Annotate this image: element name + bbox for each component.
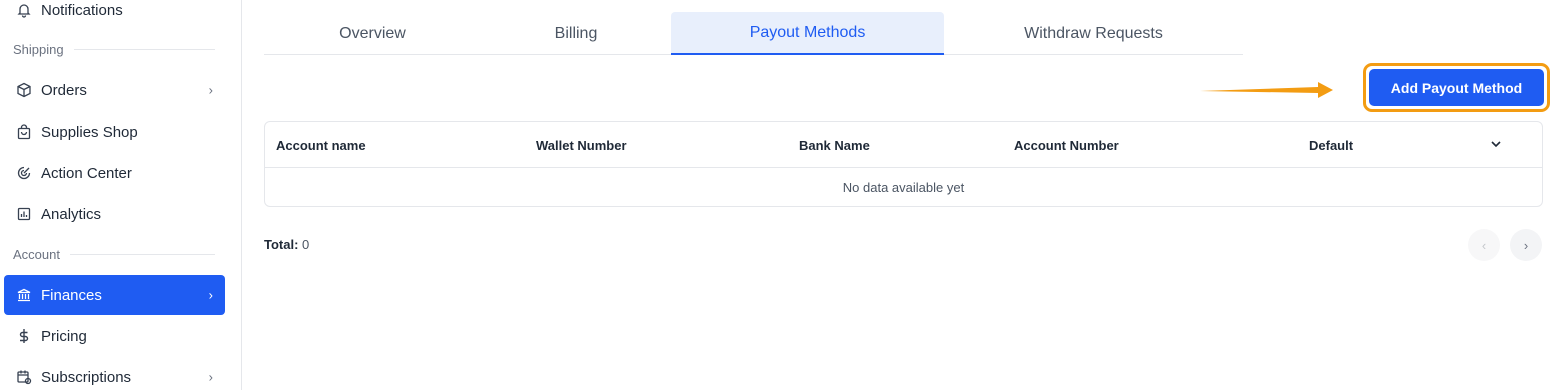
sidebar-item-label: Supplies Shop [41, 123, 138, 141]
sidebar-item-label: Subscriptions [41, 368, 132, 386]
sidebar-item-subscriptions[interactable]: Subscriptions › [4, 357, 225, 390]
tab-billing[interactable]: Billing [481, 12, 671, 55]
sidebar-item-action-center[interactable]: Action Center [4, 153, 225, 193]
calendar-icon [15, 368, 33, 386]
radar-icon [15, 164, 33, 182]
sidebar-item-analytics[interactable]: Analytics [4, 194, 225, 234]
column-header-default: Default [1309, 137, 1354, 153]
sidebar-item-label: Action Center [41, 164, 132, 182]
sidebar-item-orders[interactable]: Orders › [4, 70, 225, 110]
sidebar-item-label: Notifications [41, 1, 123, 19]
total-count: Total: 0 [264, 237, 309, 252]
sidebar-item-finances[interactable]: Finances › [4, 275, 225, 315]
add-payout-method-button[interactable]: Add Payout Method [1369, 69, 1544, 106]
sidebar-item-notifications[interactable]: Notifications [4, 0, 225, 30]
sidebar-item-pricing[interactable]: Pricing [4, 316, 225, 356]
chevron-right-icon: › [208, 369, 213, 385]
column-header-bank-name: Bank Name [799, 137, 870, 153]
add-payout-highlight: Add Payout Method [1363, 63, 1550, 112]
column-header-account-name: Account name [276, 137, 366, 153]
sidebar-item-label: Finances [41, 286, 102, 304]
sidebar-item-label: Orders [41, 81, 87, 99]
shopping-bag-icon [15, 123, 33, 141]
next-page-button[interactable]: › [1510, 229, 1542, 261]
chart-icon [15, 205, 33, 223]
prev-page-button[interactable]: ‹ [1468, 229, 1500, 261]
column-header-account-number: Account Number [1014, 137, 1119, 153]
section-label-account: Account [13, 247, 215, 262]
annotation-arrow-icon [1200, 82, 1333, 98]
section-label-shipping: Shipping [13, 42, 215, 57]
total-label: Total: [264, 237, 299, 252]
column-header-wallet-number: Wallet Number [536, 137, 627, 153]
tab-overview[interactable]: Overview [264, 12, 481, 55]
box-icon [15, 81, 33, 99]
tab-bar: Overview Billing Payout Methods Withdraw… [264, 12, 1243, 55]
dollar-icon [15, 327, 33, 345]
chevron-right-icon: › [208, 82, 213, 98]
chevron-right-icon: › [208, 287, 213, 303]
payout-methods-table: Account name Wallet Number Bank Name Acc… [264, 121, 1543, 207]
total-value: 0 [302, 237, 310, 252]
sidebar: Notifications Shipping Orders › Supplies… [0, 0, 242, 390]
sidebar-item-label: Analytics [41, 205, 102, 223]
chevron-down-icon[interactable] [1488, 136, 1504, 152]
sidebar-item-label: Pricing [41, 327, 87, 345]
tab-payout-methods[interactable]: Payout Methods [671, 12, 944, 55]
bank-icon [15, 286, 33, 304]
empty-state-text: No data available yet [842, 179, 965, 195]
bell-icon [15, 1, 33, 19]
sidebar-item-supplies-shop[interactable]: Supplies Shop [4, 112, 225, 152]
table-header: Account name Wallet Number Bank Name Acc… [265, 122, 1542, 168]
tab-withdraw-requests[interactable]: Withdraw Requests [944, 12, 1243, 55]
